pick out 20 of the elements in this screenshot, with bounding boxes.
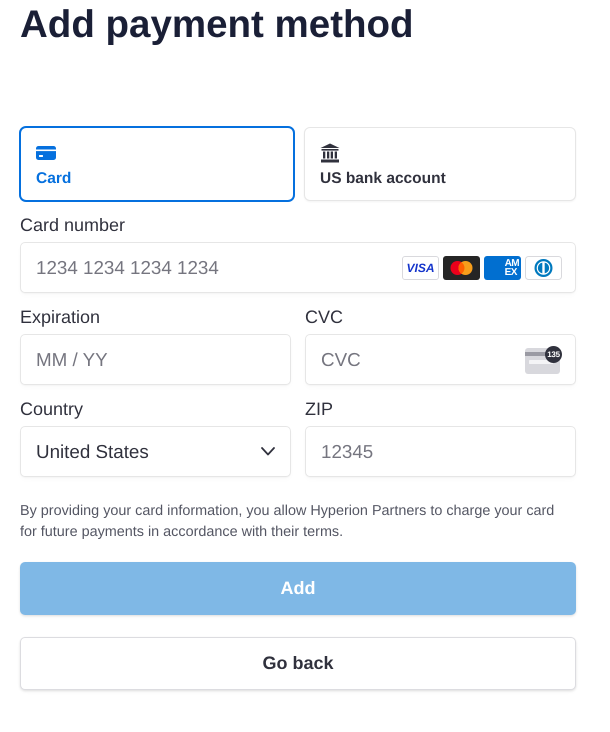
field-label: CVC: [305, 306, 344, 328]
field-label: Card number: [20, 214, 126, 236]
diners-logo-icon: [525, 256, 562, 280]
credit-card-icon: [36, 146, 56, 160]
go-back-button[interactable]: Go back: [20, 637, 576, 690]
bank-icon: [320, 142, 340, 162]
page-title: Add payment method: [20, 2, 414, 48]
zip-field[interactable]: 12345: [305, 426, 576, 477]
chevron-down-icon: [261, 447, 275, 456]
field-label: Expiration: [20, 306, 100, 328]
expiration-field[interactable]: MM / YY: [20, 334, 291, 385]
country-select[interactable]: United States: [20, 426, 291, 477]
visa-logo: VISA: [402, 256, 439, 280]
amex-logo: AM EX: [484, 256, 521, 280]
payment-method-tab[interactable]: Card: [20, 127, 294, 201]
authorization-notice: By providing your card information, you allow Hyperion Partners to charge your card for future payments in accordance with their terms.: [20, 502, 556, 542]
field-label: ZIP: [305, 398, 334, 420]
payment-method-tab[interactable]: US bank account: [304, 127, 576, 201]
mastercard-logo-icon: [443, 256, 480, 280]
field-label: Country: [20, 398, 84, 420]
